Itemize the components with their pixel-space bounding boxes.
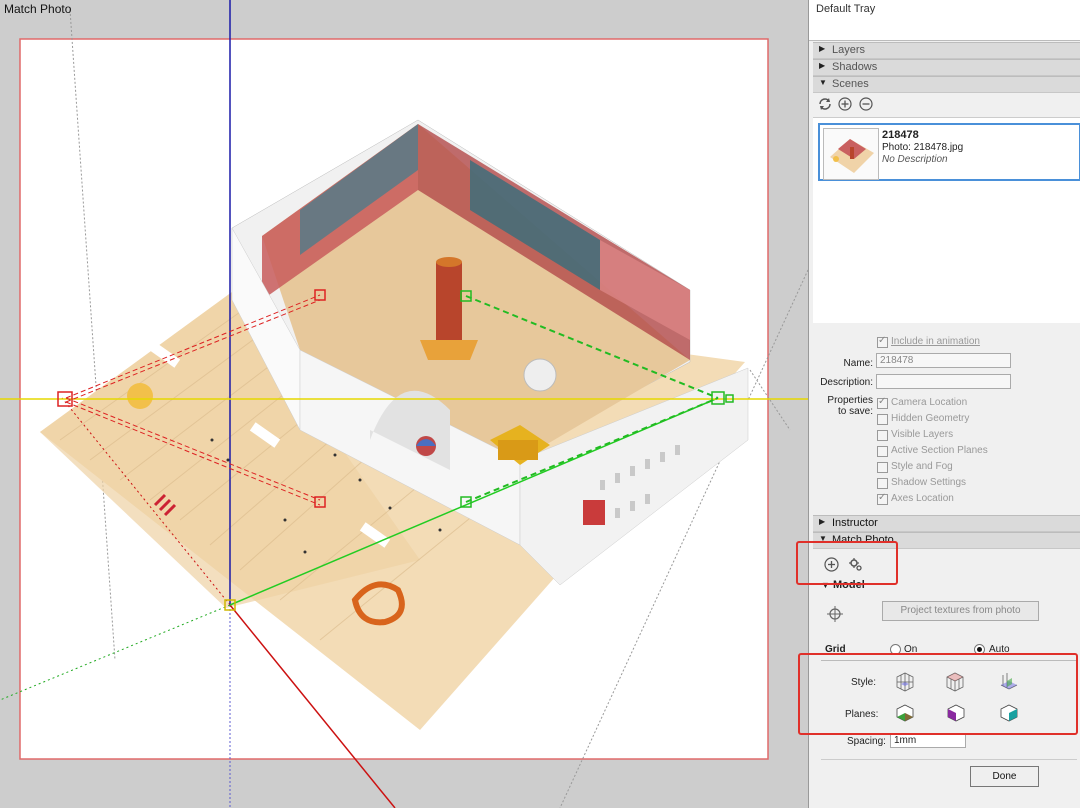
panel-header-shadows[interactable]: ▶ Shadows bbox=[813, 59, 1080, 76]
sphere-sculpture bbox=[127, 383, 153, 409]
description-label: Description: bbox=[820, 377, 873, 388]
style-label: Style: bbox=[851, 677, 877, 688]
property-option-checkbox[interactable] bbox=[877, 414, 888, 425]
property-option-label: Camera Location bbox=[891, 397, 968, 408]
crosshair-icon[interactable] bbox=[827, 606, 843, 622]
grid-on-label: On bbox=[904, 644, 918, 655]
scene-name: 218478 bbox=[882, 129, 919, 141]
grid-style-below-icon[interactable] bbox=[997, 670, 1021, 694]
property-option-checkbox[interactable] bbox=[877, 396, 888, 409]
remove-scene-icon[interactable] bbox=[858, 96, 874, 112]
divider bbox=[821, 759, 1077, 760]
expand-arrow-icon: ▶ bbox=[819, 517, 826, 526]
property-option-checkbox[interactable] bbox=[877, 430, 888, 441]
property-option-label: Style and Fog bbox=[891, 461, 953, 472]
project-textures-button[interactable]: Project textures from photo bbox=[882, 601, 1039, 621]
scene-thumbnail bbox=[823, 128, 879, 180]
refresh-icon[interactable] bbox=[817, 96, 833, 112]
spacing-label: Spacing: bbox=[847, 736, 886, 747]
planes-label: Planes: bbox=[845, 709, 879, 720]
expand-arrow-icon: ▶ bbox=[819, 61, 826, 70]
property-option-checkbox[interactable] bbox=[877, 446, 888, 457]
properties-label: Properties to save: bbox=[827, 395, 873, 417]
plane-red-green-icon[interactable] bbox=[895, 703, 915, 723]
expand-arrow-icon: ▶ bbox=[819, 44, 826, 53]
done-button[interactable]: Done bbox=[970, 766, 1039, 787]
collapse-arrow-icon: ▼ bbox=[819, 78, 827, 87]
scene-description: No Description bbox=[882, 154, 948, 165]
add-scene-icon[interactable] bbox=[837, 96, 853, 112]
grid-label: Grid bbox=[825, 644, 846, 655]
include-animation-checkbox[interactable] bbox=[877, 335, 888, 348]
viewport-title: Match Photo bbox=[4, 2, 72, 16]
description-field[interactable] bbox=[876, 374, 1011, 389]
collapse-arrow-icon: ▼ bbox=[819, 534, 827, 543]
property-option-checkbox[interactable] bbox=[877, 492, 888, 505]
panel-header-instructor[interactable]: ▶ Instructor bbox=[813, 515, 1080, 532]
spacing-field[interactable]: 1mm bbox=[890, 733, 966, 748]
plane-red-blue-icon[interactable] bbox=[946, 703, 966, 723]
scene-photo: Photo: 218478.jpg bbox=[882, 142, 964, 153]
grid-style-inside-icon[interactable] bbox=[893, 670, 917, 694]
property-option-label: Visible Layers bbox=[891, 429, 954, 440]
property-option-label: Shadow Settings bbox=[891, 477, 967, 488]
scene-item[interactable]: 218478 Photo: 218478.jpg No Description bbox=[818, 123, 1080, 181]
grid-style-above-icon[interactable] bbox=[943, 670, 967, 694]
plane-green-blue-icon[interactable] bbox=[999, 703, 1019, 723]
panel-header-scenes[interactable]: ▼ Scenes bbox=[813, 76, 1080, 93]
grid-auto-radio[interactable] bbox=[974, 644, 985, 655]
property-option-checkbox[interactable] bbox=[877, 478, 888, 489]
add-match-photo-icon[interactable] bbox=[823, 556, 839, 572]
tower bbox=[436, 262, 462, 342]
property-option-label: Axes Location bbox=[891, 493, 954, 504]
property-option-checkbox[interactable] bbox=[877, 462, 888, 473]
match-photo-viewport[interactable]: Match Photo bbox=[0, 0, 808, 808]
default-tray: Default Tray ▶ Layers ▶ Shadows ▼ Scenes bbox=[796, 0, 1080, 808]
divider bbox=[821, 660, 1077, 661]
tray-titlebar: Default Tray bbox=[809, 0, 1080, 41]
name-label: Name: bbox=[843, 358, 873, 369]
scene-list: 218478 Photo: 218478.jpg No Description bbox=[813, 117, 1080, 323]
scene-canvas[interactable] bbox=[0, 0, 808, 808]
tray-title: Default Tray bbox=[816, 3, 876, 15]
model-section: ▼ Model bbox=[821, 579, 865, 591]
panel-header-layers[interactable]: ▶ Layers bbox=[813, 42, 1080, 59]
grid-on-radio[interactable] bbox=[890, 644, 901, 655]
name-field[interactable]: 218478 bbox=[876, 353, 1011, 368]
property-option-label: Active Section Planes bbox=[891, 445, 988, 456]
grid-auto-label: Auto bbox=[989, 644, 1010, 655]
highlight-box-grid-options bbox=[798, 653, 1078, 735]
property-option-label: Hidden Geometry bbox=[891, 413, 970, 424]
panel-header-match-photo[interactable]: ▼ Match Photo bbox=[813, 532, 1080, 549]
match-photo-settings-icon[interactable] bbox=[847, 556, 863, 572]
